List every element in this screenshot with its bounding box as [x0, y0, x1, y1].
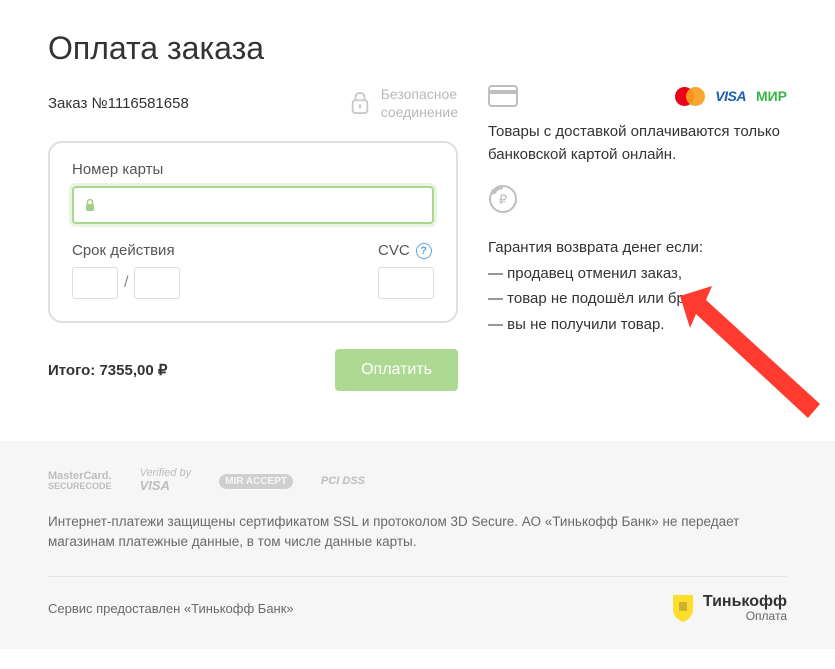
mir-logo: МИР	[756, 88, 787, 104]
verified-by-visa-logo: Verified by VISA	[140, 467, 192, 493]
lock-icon	[349, 90, 371, 116]
footer-security-text: Интернет-платежи защищены сертификатом S…	[48, 512, 787, 553]
expiry-month-input[interactable]	[72, 267, 118, 299]
card-number-label: Номер карты	[72, 161, 434, 178]
cvc-label: CVC	[378, 242, 410, 259]
expiry-separator: /	[124, 274, 128, 292]
card-icon	[488, 85, 518, 107]
total-amount: Итого: 7355,00 ₽	[48, 361, 167, 379]
mir-accept-logo: MIR ACCEPT	[219, 475, 293, 487]
mastercard-securecode-logo: MasterCard.SECURECODE	[48, 470, 112, 492]
pay-button[interactable]: Оплатить	[335, 349, 458, 391]
service-provider-text: Сервис предоставлен «Тинькофф Банк»	[48, 601, 294, 616]
pci-dss-logo: PCI DSS	[321, 475, 365, 487]
visa-logo: VISA	[715, 88, 746, 104]
lock-icon	[84, 198, 96, 212]
order-number: Заказ №1116581658	[48, 95, 189, 112]
card-form: Номер карты Срок действия /	[48, 141, 458, 323]
footer: MasterCard.SECURECODE Verified by VISA M…	[0, 441, 835, 649]
payment-logos: VISA МИР	[675, 87, 787, 106]
delivery-info: Товары с доставкой оплачиваются только б…	[488, 121, 787, 166]
secure-connection: Безопасное соединение	[349, 85, 458, 121]
expiry-year-input[interactable]	[134, 267, 180, 299]
guarantee-item: — продавец отменил заказ,	[488, 261, 787, 287]
tinkoff-logo: Тинькофф Оплата	[671, 593, 787, 623]
card-number-input[interactable]	[72, 186, 434, 224]
mastercard-logo	[675, 87, 705, 106]
guarantee-item: — товар не подошёл или брак,	[488, 286, 787, 312]
refund-icon: ₽	[488, 184, 518, 214]
svg-text:₽: ₽	[499, 192, 507, 207]
cvc-input[interactable]	[378, 267, 434, 299]
help-icon[interactable]: ?	[416, 243, 432, 259]
secure-label: Безопасное соединение	[381, 85, 458, 121]
page-title: Оплата заказа	[48, 30, 787, 67]
guarantee-item: — вы не получили товар.	[488, 312, 787, 338]
guarantee-title: Гарантия возврата денег если:	[488, 235, 787, 261]
shield-icon	[671, 593, 695, 623]
guarantee-block: Гарантия возврата денег если: — продавец…	[488, 235, 787, 337]
expiry-label: Срок действия	[72, 242, 180, 259]
